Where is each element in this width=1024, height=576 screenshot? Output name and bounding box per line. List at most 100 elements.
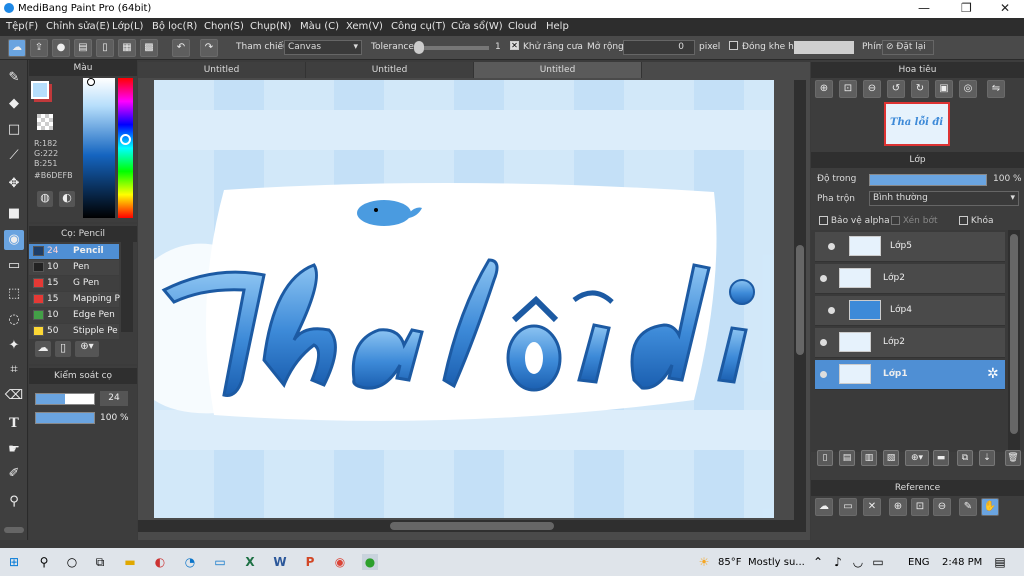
new-layer-icon[interactable]: ▯ — [817, 450, 833, 466]
gradient-tool-icon[interactable]: ▭ — [4, 256, 24, 276]
trash-icon[interactable]: 🗑 — [1005, 450, 1021, 466]
palette-icon[interactable]: ◍ — [37, 191, 53, 207]
move-tool-icon[interactable]: ✥ — [4, 174, 24, 194]
search-icon[interactable]: ⚲ — [36, 554, 52, 570]
windows-start-icon[interactable]: ⊞ — [6, 554, 22, 570]
brush-cloud-icon[interactable]: ☁ — [35, 341, 51, 357]
add-layer-menu-icon[interactable]: ⊕▾ — [905, 450, 929, 466]
operation-tool-icon[interactable]: ☛ — [4, 440, 24, 460]
upload-icon[interactable]: ⇪ — [30, 39, 48, 57]
brush-size-slider[interactable] — [35, 393, 95, 405]
edge-icon[interactable]: ◔ — [182, 554, 198, 570]
menu-view[interactable]: Xem(V) — [346, 21, 383, 32]
reference-dropper-icon[interactable]: ✎ — [959, 498, 977, 516]
eraser-tool-icon[interactable]: ◆ — [4, 94, 24, 114]
text-tool-icon[interactable]: T — [4, 414, 24, 434]
color-value-square[interactable] — [83, 78, 115, 218]
hand-icon[interactable]: ✋ — [981, 498, 999, 516]
language-indicator[interactable]: ENG — [908, 557, 930, 568]
antialias-checkbox[interactable]: ✕ — [510, 41, 519, 51]
blur-tool-icon[interactable]: ✐ — [4, 464, 24, 484]
canvas-vscroll-thumb[interactable] — [796, 245, 804, 355]
undo-icon[interactable]: ↶ — [172, 39, 190, 57]
select-rect-tool-icon[interactable]: ⬚ — [4, 284, 24, 304]
excel-icon[interactable]: X — [242, 554, 258, 570]
doc-tab-3[interactable]: Untitled — [474, 62, 642, 78]
page-icon[interactable]: ▯ — [96, 39, 114, 57]
close-icon[interactable]: ✕ — [1000, 1, 1010, 15]
layer-item[interactable]: Lớp2 — [815, 264, 1005, 294]
brush-item[interactable]: 24 Pencil — [29, 244, 119, 259]
volume-icon[interactable]: ♪ — [830, 554, 846, 570]
app-icon-1[interactable]: ◐ — [152, 554, 168, 570]
wifi-icon[interactable]: ◡ — [850, 554, 866, 570]
reset-view-icon[interactable]: ◎ — [959, 80, 977, 98]
doc-tab-2[interactable]: Untitled — [306, 62, 474, 78]
cortana-icon[interactable]: ○ — [64, 554, 80, 570]
zoom-in-icon[interactable]: ⊕ — [815, 80, 833, 98]
canvas-hscrollbar[interactable] — [138, 520, 806, 532]
select-pen-icon[interactable]: ⌗ — [4, 360, 24, 380]
reference-select[interactable]: Canvas ▾ — [284, 40, 362, 55]
layer-list-scrollbar[interactable] — [1008, 230, 1020, 450]
visibility-icon[interactable] — [820, 275, 827, 282]
menu-edit[interactable]: Chỉnh sửa(E) — [46, 21, 110, 32]
reference-zoom-out-icon[interactable]: ⊖ — [933, 498, 951, 516]
open-folder-icon[interactable]: ▭ — [839, 498, 857, 516]
transparent-swatch[interactable] — [37, 114, 53, 130]
menu-snap[interactable]: Chụp(N) — [250, 21, 291, 32]
hue-slider[interactable] — [118, 78, 133, 218]
blend-select[interactable]: Bình thường ▾ — [869, 191, 1019, 206]
layer-item[interactable]: Lớp5 — [815, 232, 1005, 262]
zoom-fit-icon[interactable]: ⊡ — [839, 80, 857, 98]
brush-opacity-slider[interactable] — [35, 412, 95, 424]
palette-add-icon[interactable]: ◐ — [59, 191, 75, 207]
select-eraser-icon[interactable]: ⌫ — [4, 386, 24, 406]
new-1bit-layer-icon[interactable]: ▧ — [883, 450, 899, 466]
canvas-vscrollbar[interactable] — [794, 80, 806, 520]
panel-icon[interactable]: ▦ — [118, 39, 136, 57]
lasso-tool-icon[interactable]: ◌ — [4, 310, 24, 330]
color-picker-handle[interactable] — [87, 78, 95, 86]
fill-rect-tool-icon[interactable]: ■ — [4, 204, 24, 224]
powerpoint-icon[interactable]: P — [302, 554, 318, 570]
fit-window-icon[interactable]: ▣ — [935, 80, 953, 98]
tools-scroll[interactable] — [4, 527, 24, 533]
clock[interactable]: 2:48 PM — [942, 557, 982, 568]
battery-icon[interactable]: ▭ — [870, 554, 886, 570]
visibility-icon[interactable] — [820, 339, 827, 346]
zoom-out-icon[interactable]: ⊖ — [863, 80, 881, 98]
visibility-icon[interactable] — [828, 307, 835, 314]
gear-icon[interactable]: ✲ — [987, 366, 999, 382]
cloud-icon[interactable]: ☁ — [8, 39, 26, 57]
redo-icon[interactable]: ↷ — [200, 39, 218, 57]
new-halftone-layer-icon[interactable]: ▤ — [839, 450, 855, 466]
people-icon[interactable]: ⌃ — [810, 554, 826, 570]
gap-checkbox[interactable] — [729, 41, 738, 51]
brush-size-value[interactable]: 24 — [100, 391, 128, 406]
expand-field[interactable]: 0 — [623, 40, 695, 55]
layer-item[interactable]: Lớp4 — [815, 296, 1005, 326]
new-8bit-layer-icon[interactable]: ▥ — [861, 450, 877, 466]
reference-fit-icon[interactable]: ⊡ — [911, 498, 929, 516]
menu-layer[interactable]: Lớp(L) — [112, 21, 143, 32]
reference-cloud-icon[interactable]: ☁ — [815, 498, 833, 516]
dot-tool-icon[interactable]: ⟋ — [4, 146, 24, 166]
duplicate-icon[interactable]: ⧉ — [957, 450, 973, 466]
minimize-icon[interactable]: — — [918, 1, 930, 15]
visibility-icon[interactable] — [820, 371, 827, 378]
brush-item[interactable]: 15 Mapping P — [29, 292, 120, 307]
merge-icon[interactable]: ⇣ — [979, 450, 995, 466]
menu-window[interactable]: Cửa sổ(W) — [451, 21, 503, 32]
menu-cloud[interactable]: Cloud — [508, 21, 537, 32]
brush-item[interactable]: 10 Pen — [29, 260, 119, 275]
tolerance-slider[interactable] — [415, 46, 489, 50]
grid-icon[interactable]: ▩ — [140, 39, 158, 57]
task-view-icon[interactable]: ⧉ — [92, 554, 108, 570]
monitor-icon[interactable]: ▭ — [212, 554, 228, 570]
navigator-thumbnail[interactable]: Tha lỗi đi — [884, 102, 950, 146]
foreground-color-swatch[interactable] — [31, 81, 49, 99]
rectangle-tool-icon[interactable]: □ — [4, 120, 24, 140]
medibang-taskbar-icon[interactable]: ● — [362, 554, 378, 570]
brush-tool-icon[interactable]: ✎ — [4, 68, 24, 88]
